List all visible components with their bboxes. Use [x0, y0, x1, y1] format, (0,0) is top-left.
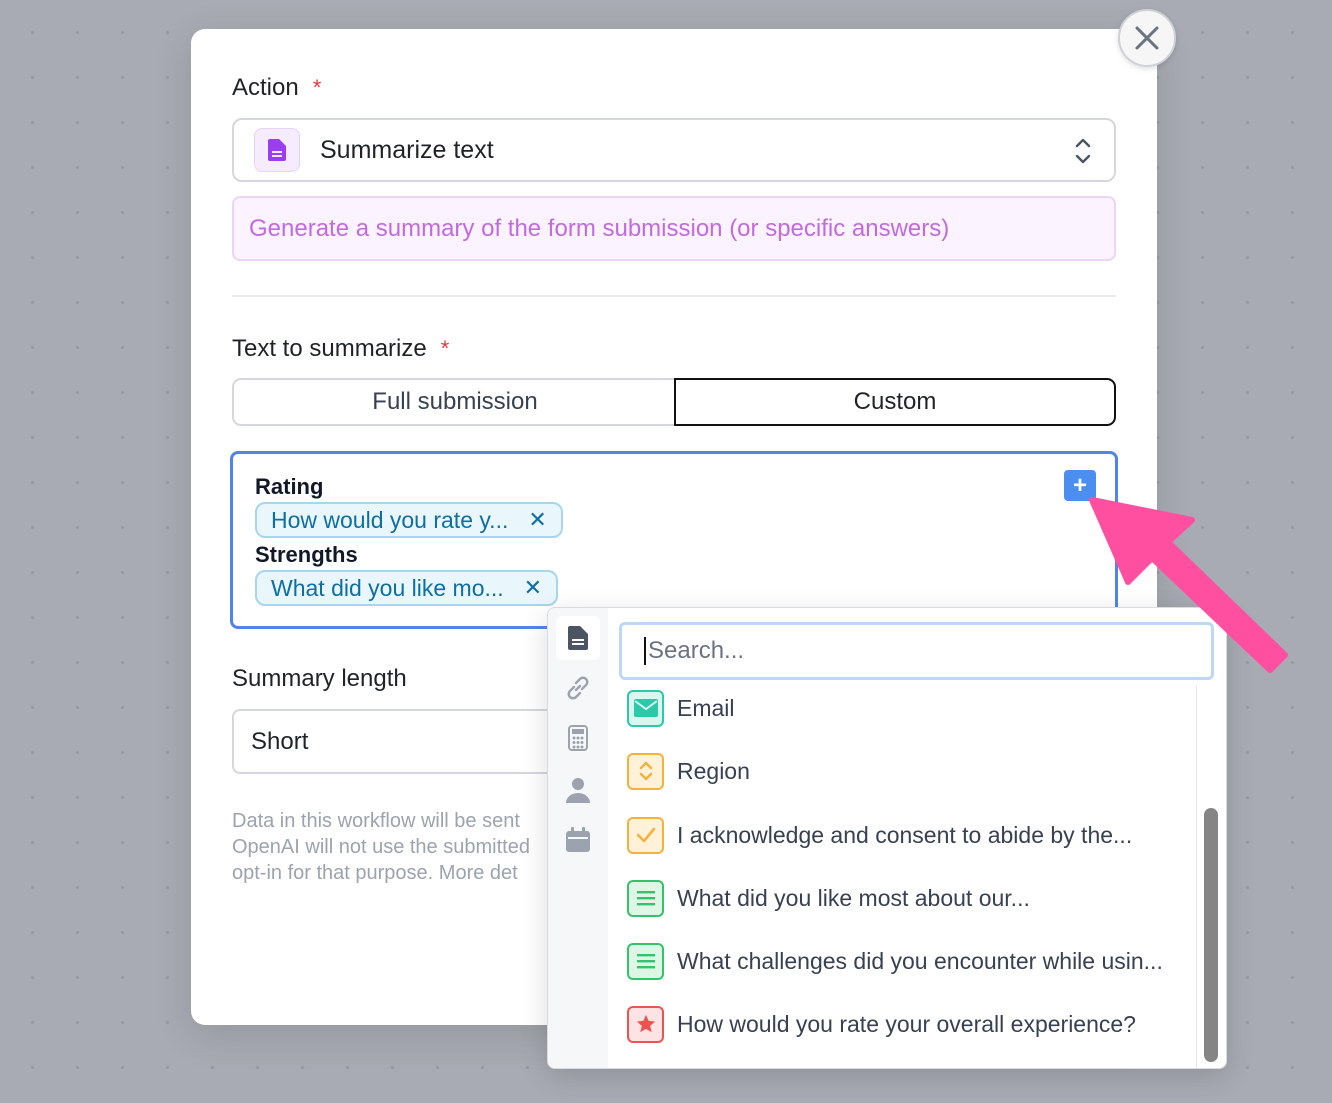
text-to-summarize-label-text: Text to summarize — [232, 335, 427, 362]
tab-person-icon[interactable] — [556, 768, 600, 812]
close-icon — [1135, 26, 1159, 50]
divider — [232, 295, 1116, 297]
action-label: Action * — [232, 74, 321, 102]
star-icon — [627, 1005, 664, 1043]
envelope-icon — [627, 689, 664, 727]
list-item-challenges[interactable]: What challenges did you encounter while … — [627, 941, 1163, 981]
text-cursor — [644, 637, 646, 665]
list-item-label: Region — [677, 757, 750, 784]
chevron-up-down-icon — [1075, 138, 1091, 164]
close-button[interactable] — [1118, 9, 1176, 67]
data-notice-line: OpenAI will not use the submitted — [232, 836, 530, 858]
tab-calendar-icon[interactable] — [556, 818, 600, 862]
list-item-label: Email — [677, 694, 735, 721]
field-picker-sidebar — [548, 608, 608, 1068]
pointer-arrow-icon — [1089, 497, 1288, 673]
data-notice-line: Data in this workflow will be sent — [232, 810, 520, 832]
remove-chip-icon[interactable]: ✕ — [524, 575, 542, 601]
action-select-value: Summarize text — [320, 135, 494, 164]
segment-custom[interactable]: Custom — [674, 378, 1116, 426]
remove-chip-icon[interactable]: ✕ — [528, 507, 546, 533]
list-item-rating[interactable]: How would you rate your overall experien… — [627, 1004, 1136, 1044]
list-item-label: I acknowledge and consent to abide by th… — [677, 821, 1133, 848]
field-label-strengths: Strengths — [255, 542, 358, 567]
list-item-liked-most[interactable]: What did you like most about our... — [627, 878, 1030, 918]
segment-full-submission[interactable]: Full submission — [232, 378, 676, 426]
chip-text: How would you rate y... — [271, 506, 509, 533]
tab-calculator-icon[interactable] — [556, 716, 600, 760]
list-item-consent[interactable]: I acknowledge and consent to abide by th… — [627, 815, 1132, 855]
field-chip-strengths[interactable]: What did you like mo... ✕ — [255, 570, 559, 606]
text-to-summarize-label: Text to summarize * — [232, 335, 449, 363]
list-item-email[interactable]: Email — [627, 688, 735, 728]
list-item-region[interactable]: Region — [627, 751, 750, 791]
scrollbar-thumb[interactable] — [1204, 808, 1218, 1062]
select-chevrons-icon — [627, 752, 664, 790]
tab-document-icon[interactable] — [556, 616, 600, 660]
action-description: Generate a summary of the form submissio… — [232, 196, 1116, 261]
field-label-rating: Rating — [255, 474, 324, 499]
checkbox-icon — [627, 816, 664, 854]
list-item-label: How would you rate your overall experien… — [677, 1010, 1136, 1037]
field-chip-rating[interactable]: How would you rate y... ✕ — [255, 502, 563, 538]
list-item-label: What did you like most about our... — [677, 884, 1030, 911]
required-mark: * — [312, 75, 322, 100]
chip-text: What did you like mo... — [271, 574, 504, 601]
data-notice: Data in this workflow will be sent OpenA… — [232, 808, 562, 886]
document-icon — [254, 128, 300, 172]
required-mark: * — [440, 336, 450, 361]
custom-fields-box[interactable]: Rating How would you rate y... ✕ Strengt… — [230, 451, 1118, 629]
data-notice-line: opt-in for that purpose. More det — [232, 862, 518, 884]
summary-length-select[interactable]: Short — [232, 709, 562, 774]
list-item-label: What challenges did you encounter while … — [677, 947, 1163, 974]
action-label-text: Action — [232, 74, 299, 101]
text-lines-icon — [627, 942, 664, 980]
search-placeholder: Search... — [648, 637, 745, 664]
tab-link-icon[interactable] — [556, 666, 600, 710]
scrollbar-track — [1196, 686, 1197, 1068]
action-select[interactable]: Summarize text — [232, 118, 1116, 182]
summary-length-label: Summary length — [232, 665, 407, 692]
text-lines-icon — [627, 879, 664, 917]
